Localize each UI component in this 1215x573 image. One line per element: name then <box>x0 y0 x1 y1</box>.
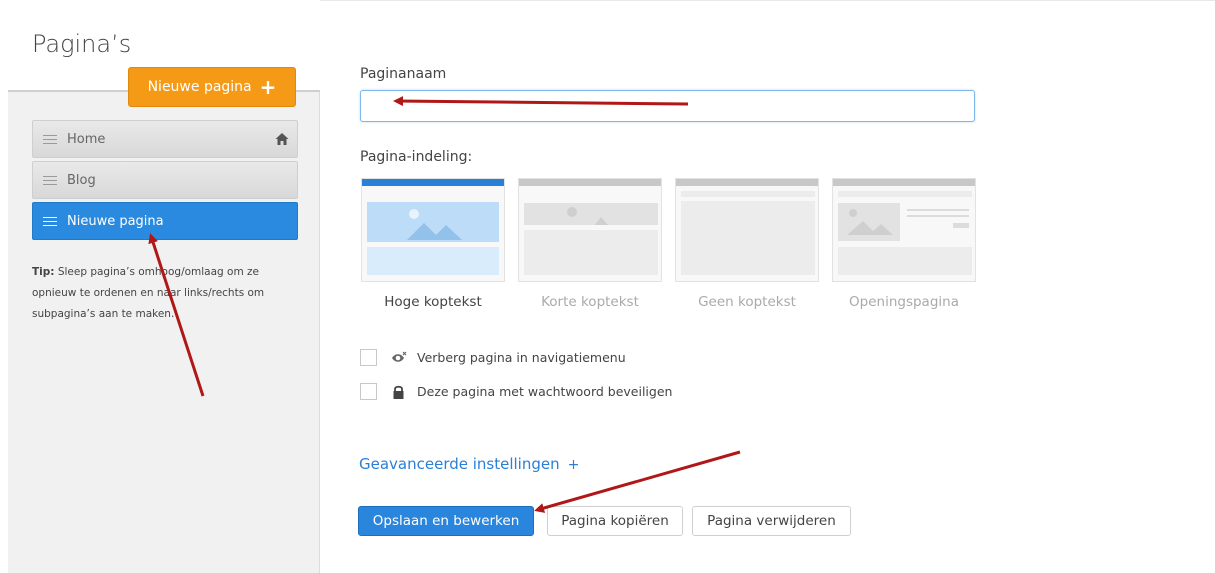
page-name-input[interactable] <box>360 90 975 122</box>
layout-thumbnail <box>675 178 819 282</box>
layout-option-short-header[interactable]: Korte koptekst <box>518 178 662 310</box>
drag-handle-icon[interactable] <box>43 214 57 229</box>
page-item-label: Nieuwe pagina <box>67 213 164 229</box>
sidebar-tip: Tip: Sleep pagina’s omhoog/omlaag om ze … <box>32 262 294 325</box>
password-checkbox[interactable] <box>360 383 377 400</box>
hide-nav-label: Verberg pagina in navigatiemenu <box>417 350 626 365</box>
home-icon <box>275 133 289 145</box>
layout-option-tall-header[interactable]: Hoge koptekst <box>361 178 505 310</box>
layout-name: Hoge koptekst <box>384 294 482 310</box>
layout-thumbnail <box>361 178 505 282</box>
eye-slash-icon <box>392 351 407 362</box>
drag-handle-icon[interactable] <box>43 132 57 147</box>
delete-page-button[interactable]: Pagina verwijderen <box>692 506 851 536</box>
landing-page-preview-icon <box>838 191 972 275</box>
plus-icon: + <box>259 75 277 99</box>
sidebar-title: Pagina’s <box>32 30 132 58</box>
plus-icon: + <box>567 457 580 473</box>
layout-options: Hoge koptekst Korte koptekst Geen koptek… <box>361 178 976 310</box>
new-page-button[interactable]: Nieuwe pagina + <box>128 67 296 107</box>
layout-thumbnail <box>518 178 662 282</box>
layout-name: Geen koptekst <box>698 294 796 310</box>
page-item-home[interactable]: Home <box>32 120 298 158</box>
layout-option-landing-page[interactable]: Openingspagina <box>832 178 976 310</box>
page-item-blog[interactable]: Blog <box>32 161 298 199</box>
copy-page-button[interactable]: Pagina kopiëren <box>547 506 683 536</box>
page-name-label: Paginanaam <box>360 66 447 82</box>
short-header-preview-icon <box>524 203 658 275</box>
save-and-edit-button[interactable]: Opslaan en bewerken <box>358 506 534 536</box>
page-item-nieuwe-pagina[interactable]: Nieuwe pagina <box>32 202 298 240</box>
hide-nav-option: Verberg pagina in navigatiemenu <box>360 349 626 366</box>
tip-label: Tip: <box>32 266 55 278</box>
password-label: Deze pagina met wachtwoord beveiligen <box>417 384 673 399</box>
pages-sidebar: Pagina’s Nieuwe pagina + Home Blog Nieuw… <box>8 0 320 573</box>
layout-option-no-header[interactable]: Geen koptekst <box>675 178 819 310</box>
page-item-label: Blog <box>67 172 96 188</box>
page-item-label: Home <box>67 131 106 147</box>
lock-icon <box>393 385 404 399</box>
tip-text: Sleep pagina’s omhoog/omlaag om ze opnie… <box>32 266 265 320</box>
drag-handle-icon[interactable] <box>43 173 57 188</box>
layout-label: Pagina-indeling: <box>360 149 473 165</box>
layout-thumbnail <box>832 178 976 282</box>
page-list: Home Blog Nieuwe pagina <box>32 120 298 243</box>
tall-header-preview-icon <box>367 202 499 275</box>
layout-name: Korte koptekst <box>541 294 639 310</box>
advanced-settings-label: Geavanceerde instellingen <box>359 455 560 473</box>
page-settings-form: Paginanaam Pagina-indeling: Hoge kopteks… <box>320 0 1215 573</box>
password-option: Deze pagina met wachtwoord beveiligen <box>360 383 672 400</box>
hide-nav-checkbox[interactable] <box>360 349 377 366</box>
app-window: Pagina’s Nieuwe pagina + Home Blog Nieuw… <box>0 0 1215 573</box>
new-page-button-label: Nieuwe pagina <box>147 79 252 95</box>
advanced-settings-link[interactable]: Geavanceerde instellingen + <box>359 455 579 473</box>
no-header-preview-icon <box>681 191 815 275</box>
layout-name: Openingspagina <box>849 294 959 310</box>
